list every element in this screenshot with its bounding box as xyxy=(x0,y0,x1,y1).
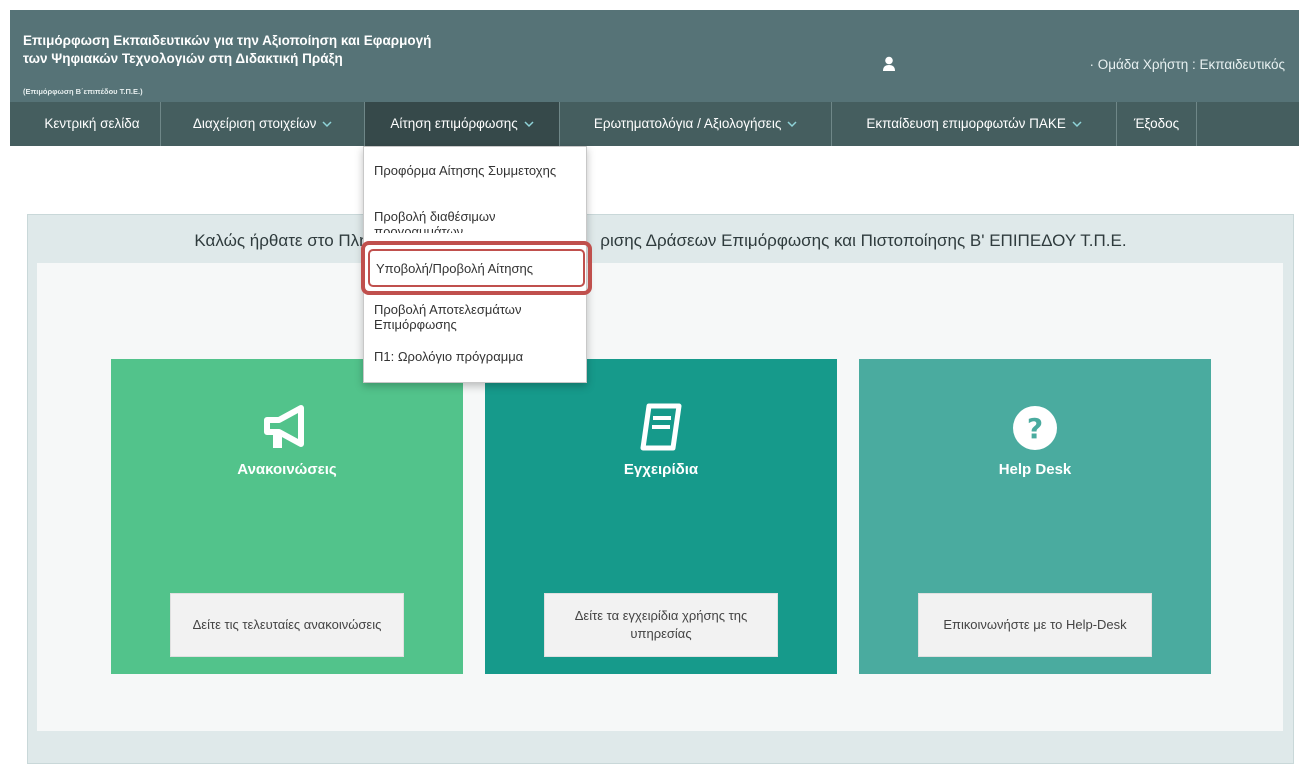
chevron-down-icon xyxy=(1072,121,1082,128)
question-icon: ? xyxy=(1013,406,1057,450)
chevron-down-icon xyxy=(322,121,332,128)
welcome-text-right: ρισης Δράσεων Επιμόρφωσης και Πιστοποίησ… xyxy=(600,231,1127,250)
manuals-card: Εγχειρίδια Δείτε τα εγχειρίδια χρήσης τη… xyxy=(485,359,837,674)
user-group-label: · Ομάδα Χρήστη : Εκπαιδευτικός xyxy=(1089,57,1285,72)
nav-trainer-training-label: Εκπαίδευση επιμορφωτών ΠΑΚΕ xyxy=(866,116,1066,131)
cards-container: Ανακοινώσεις Δείτε τις τελευταίες ανακοι… xyxy=(37,263,1283,731)
nav-logout-label: Έξοδος xyxy=(1133,116,1180,131)
welcome-panel: Καλώς ήρθατε στο Πληρ ρισης Δράσεων Επιμό… xyxy=(27,214,1294,764)
view-manuals-button[interactable]: Δείτε τα εγχειρίδια χρήσης της υπηρεσίας xyxy=(544,593,778,657)
site-header: Επιμόρφωση Εκπαιδευτικών για την Αξιοποί… xyxy=(10,10,1299,102)
dropdown-item-submit-application-label: Υποβολή/Προβολή Αίτησης xyxy=(376,261,534,276)
announcements-card: Ανακοινώσεις Δείτε τις τελευταίες ανακοι… xyxy=(111,359,463,674)
site-title-line-2: των Ψηφιακών Τεχνολογιών στη Διδακτική Π… xyxy=(23,51,343,66)
nav-training-application[interactable]: Αίτηση επιμόρφωσης xyxy=(365,102,560,146)
site-subtitle: (Επιμόρφωση Β΄επιπέδου Τ.Π.Ε.) xyxy=(23,87,143,96)
dropdown-item-submit-application[interactable]: Υποβολή/Προβολή Αίτησης xyxy=(368,249,585,287)
dropdown-item-pre-application[interactable]: Προφόρμα Αίτησης Συμμετοχης xyxy=(374,163,579,195)
book-icon xyxy=(640,403,682,451)
chevron-down-icon xyxy=(787,121,797,128)
nav-trainer-training[interactable]: Εκπαίδευση επιμορφωτών ΠΑΚΕ xyxy=(832,102,1117,146)
megaphone-icon xyxy=(264,405,304,448)
manuals-title: Εγχειρίδια xyxy=(623,461,699,478)
nav-logout[interactable]: Έξοδος xyxy=(1117,102,1197,146)
contact-helpdesk-button[interactable]: Επικοινωνήστε με το Help-Desk xyxy=(918,593,1152,657)
svg-text:?: ? xyxy=(1027,412,1043,445)
dropdown-item-results[interactable]: Προβολή Αποτελεσμάτων Επιμόρφωσης xyxy=(374,302,579,334)
nav-data-management[interactable]: Διαχείριση στοιχείων xyxy=(161,102,365,146)
nav-home-label: Κεντρική σελίδα xyxy=(44,116,140,131)
main-navbar: Κεντρική σελίδα Διαχείριση στοιχείων Αίτ… xyxy=(10,102,1299,146)
site-title: Επιμόρφωση Εκπαιδευτικών για την Αξιοποί… xyxy=(23,32,543,68)
announcements-title: Ανακοινώσεις xyxy=(237,461,337,478)
view-announcements-button[interactable]: Δείτε τις τελευταίες ανακοινώσεις xyxy=(170,593,404,657)
helpdesk-card: ? Help Desk Επικοινωνήστε με το Help-Des… xyxy=(859,359,1211,674)
user-icon[interactable] xyxy=(882,56,896,72)
dropdown-item-schedule[interactable]: Π1: Ωρολόγιο πρόγραμμα xyxy=(374,349,579,365)
helpdesk-title: Help Desk xyxy=(998,461,1072,478)
nav-questionnaires-label: Ερωτηματολόγια / Αξιολογήσεις xyxy=(593,116,782,131)
nav-home[interactable]: Κεντρική σελίδα xyxy=(24,102,161,146)
nav-questionnaires[interactable]: Ερωτηματολόγια / Αξιολογήσεις xyxy=(560,102,832,146)
dropdown-item-available-programs[interactable]: Προβολή διαθέσιμων προγραμμάτων xyxy=(374,209,579,233)
chevron-down-icon xyxy=(524,121,534,128)
welcome-message: Καλώς ήρθατε στο Πληρ ρισης Δράσεων Επιμό… xyxy=(28,231,1293,251)
nav-data-management-label: Διαχείριση στοιχείων xyxy=(192,116,317,131)
site-title-line-1: Επιμόρφωση Εκπαιδευτικών για την Αξιοποί… xyxy=(23,33,432,48)
nav-training-application-label: Αίτηση επιμόρφωσης xyxy=(390,116,518,131)
welcome-text-left: Καλώς ήρθατε στο Πληρ xyxy=(194,231,379,250)
